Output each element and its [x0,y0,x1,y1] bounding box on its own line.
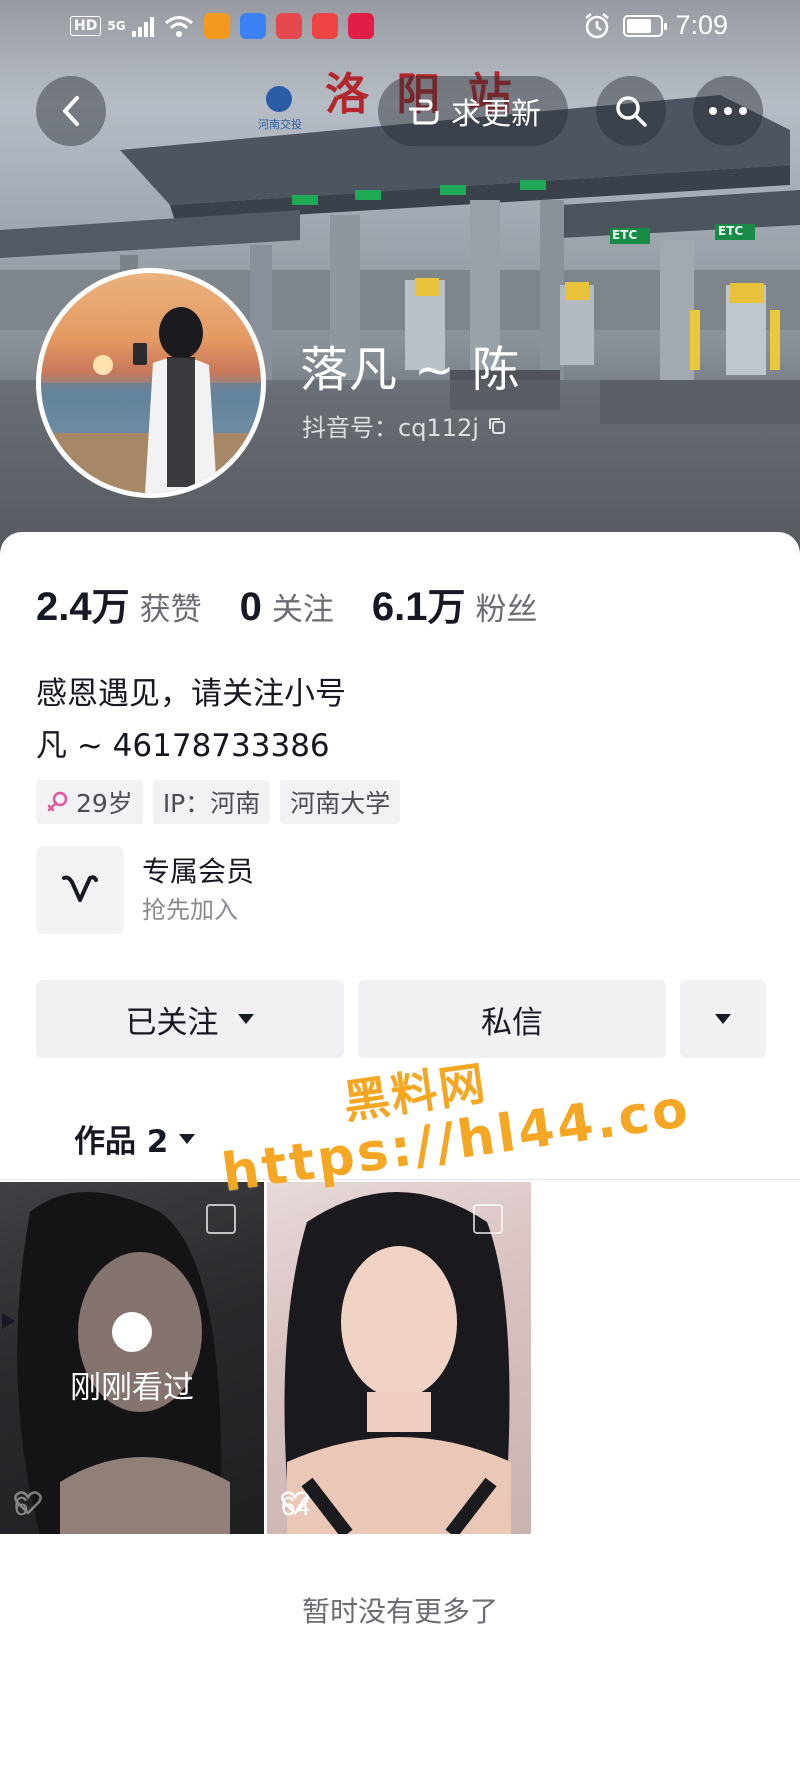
play-icon [2,1312,152,1352]
clock: 7:09 [675,10,728,40]
video-grid: 刚刚看过 6 64 [0,1182,531,1534]
search-icon [616,96,647,127]
caret-down-icon [237,1014,254,1024]
wifi-icon [164,16,193,37]
heart-outline-icon [281,1491,309,1515]
request-update-label: 求更新 [451,97,541,132]
cover-etc-sign-2: ETC [718,224,744,238]
douyin-id-text: 抖音号：cq112j [302,414,479,442]
cover-logo-text: 河南交投 [258,118,302,131]
video-likes: 6 [14,1491,42,1522]
profile-tags: 29岁 IP：河南 河南大学 [36,780,401,824]
avatar-photo [41,307,261,493]
female-icon [47,791,68,812]
red-app-icon [275,13,302,39]
likes-unit: 万 [91,585,130,629]
avatar[interactable] [36,268,266,498]
video-likes: 64 [281,1491,310,1522]
heart-outline-icon [14,1491,42,1515]
likes-count: 2.4 [36,585,92,629]
status-bar-left: HD 5G [70,13,374,39]
exclusive-membership[interactable]: 专属会员 抢先加入 [36,846,254,934]
douyin-id[interactable]: 抖音号：cq112j [302,408,507,443]
battery-icon [623,14,668,37]
player-app-icon [203,13,230,39]
age-text: 29岁 [76,789,133,818]
message-button-label: 私信 [481,1004,543,1041]
heart-app-icon [347,13,374,39]
following-button[interactable]: 已关注 [36,980,344,1058]
age-tag: 29岁 [36,780,143,824]
store-app-icon [239,13,266,39]
recently-watched-label: 刚刚看过 [70,1370,194,1406]
more-dots-icon [709,107,747,115]
select-checkbox[interactable] [206,1204,236,1234]
finger-poke-icon [409,99,439,125]
chevron-left-icon [63,96,79,126]
caret-down-icon [715,1014,731,1024]
select-checkbox[interactable] [473,1204,503,1234]
caret-down-icon [179,1133,196,1144]
shop-app-icon [311,13,338,39]
video-thumbnail[interactable]: 64 [267,1182,531,1534]
status-bar-right: 7:09 [583,10,728,41]
nickname: 落凡 ~ 陈 [300,342,521,398]
ip-tag: IP：河南 [152,780,271,824]
stat-likes[interactable]: 2.4万 获赞 [36,576,202,631]
bio-line-1: 感恩遇见，请关注小号 [36,676,346,712]
video-cover-image [284,1192,511,1534]
back-button[interactable] [36,76,106,146]
stat-following[interactable]: 0 关注 [240,584,334,630]
bio-line-2: 凡 ~ 46178733386 [36,728,330,764]
recently-watched-badge: 刚刚看过 [0,1312,264,1407]
signal-icon [131,15,154,37]
school-tag[interactable]: 河南大学 [280,780,401,824]
stats-row: 2.4万 获赞 0 关注 6.1万 粉丝 [36,576,576,631]
school-text: 河南大学 [290,789,391,818]
following-label: 关注 [271,592,334,628]
request-update-button[interactable]: 求更新 [378,76,568,146]
no-more-content-text: 暂时没有更多了 [301,1595,498,1628]
followers-count: 6.1 [371,585,428,629]
more-button[interactable] [693,76,763,146]
followers-unit: 万 [427,585,466,629]
alarm-icon [585,12,610,38]
more-actions-dropdown[interactable] [680,980,766,1058]
tab-works[interactable]: 作品 2 [74,1116,196,1161]
ip-text: IP：河南 [162,789,261,818]
tab-works-label: 作品 2 [74,1124,169,1160]
hd-indicator: HD [70,16,102,36]
cover-etc-sign-1: ETC [612,228,638,242]
membership-subtitle: 抢先加入 [142,896,238,924]
following-count: 0 [239,585,262,629]
network-type: 5G [107,19,126,33]
search-button[interactable] [596,76,666,146]
copy-icon[interactable] [487,416,507,436]
followers-label: 粉丝 [475,592,538,628]
video-thumbnail[interactable]: 刚刚看过 6 [0,1182,264,1534]
bio: 感恩遇见，请关注小号 凡 ~ 46178733386 [36,668,346,772]
membership-title: 专属会员 [142,855,255,888]
membership-icon [36,846,124,934]
following-button-label: 已关注 [125,1004,219,1041]
likes-label: 获赞 [139,592,202,628]
cover-logo-icon [266,86,292,112]
status-bar: HD 5G 7:09 [0,0,800,54]
stat-followers[interactable]: 6.1万 粉丝 [372,576,538,631]
